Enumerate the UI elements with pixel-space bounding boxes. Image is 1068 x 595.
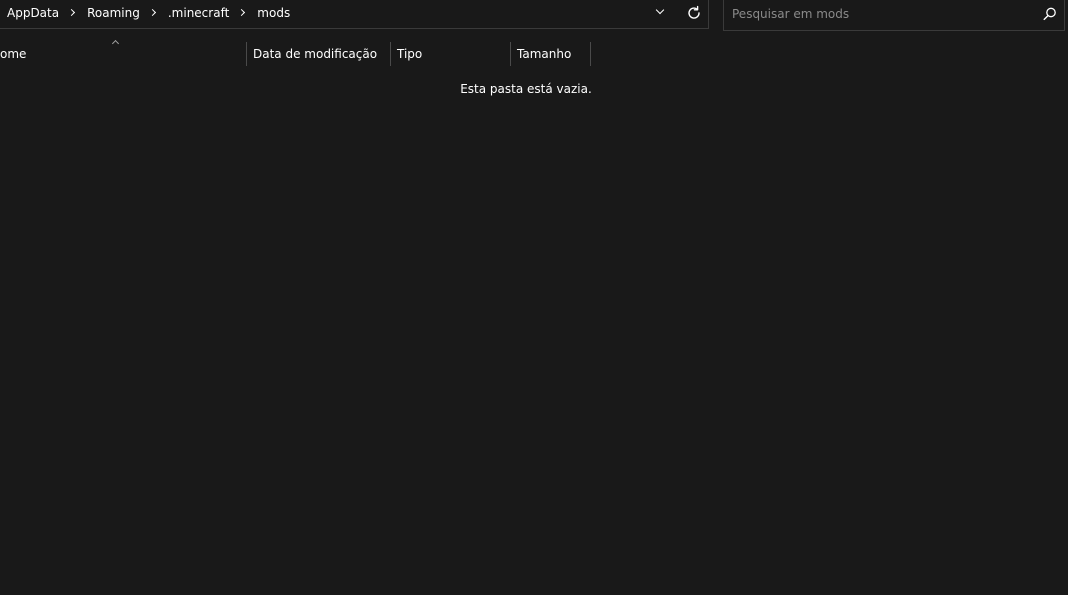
file-explorer-window: AppData Roaming .minecraft mods ome xyxy=(0,0,1068,595)
search-input[interactable] xyxy=(732,4,1032,24)
column-header-date-modified-label: Data de modificação xyxy=(253,47,378,61)
column-divider[interactable] xyxy=(390,42,391,66)
column-header-date-modified[interactable]: Data de modificação xyxy=(253,40,390,68)
column-header-size-label: Tamanho xyxy=(517,47,572,61)
breadcrumb: AppData Roaming .minecraft mods xyxy=(5,0,292,29)
column-header-size[interactable]: Tamanho xyxy=(517,40,590,68)
column-header-name[interactable]: ome xyxy=(0,40,246,68)
breadcrumb-item-minecraft[interactable]: .minecraft xyxy=(166,6,231,20)
column-header-type-label: Tipo xyxy=(397,47,423,61)
column-divider[interactable] xyxy=(246,42,247,66)
search-box[interactable] xyxy=(723,0,1065,31)
refresh-button[interactable] xyxy=(682,1,706,25)
breadcrumb-item-mods[interactable]: mods xyxy=(255,6,292,20)
refresh-icon xyxy=(688,5,700,19)
address-bar[interactable]: AppData Roaming .minecraft mods xyxy=(0,0,709,29)
column-divider[interactable] xyxy=(590,42,591,66)
chevron-right-icon[interactable] xyxy=(235,7,251,19)
column-header-name-label: ome xyxy=(0,47,27,61)
breadcrumb-item-roaming[interactable]: Roaming xyxy=(85,6,142,20)
chevron-right-icon[interactable] xyxy=(146,7,162,19)
chevron-right-icon[interactable] xyxy=(65,7,81,19)
breadcrumb-item-appdata[interactable]: AppData xyxy=(5,6,61,20)
search-icon[interactable] xyxy=(1042,6,1058,22)
empty-folder-message: Esta pasta está vazia. xyxy=(460,82,592,96)
column-divider[interactable] xyxy=(510,42,511,66)
column-header-row: ome Data de modificação Tipo Tamanho xyxy=(0,40,600,68)
chevron-down-icon[interactable] xyxy=(649,1,673,25)
column-header-type[interactable]: Tipo xyxy=(397,40,510,68)
